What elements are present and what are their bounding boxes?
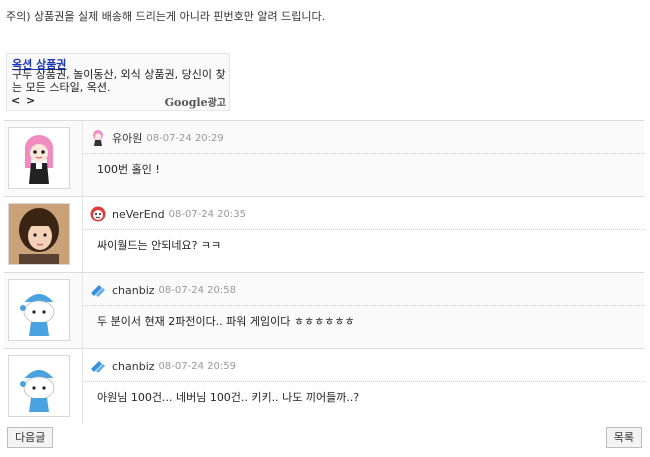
comment-date: 08-07-24 20:58	[158, 284, 236, 296]
comment-text: 싸이월드는 안되네요? ㅋㅋ	[97, 239, 222, 252]
blue-beanie-character-avatar	[20, 294, 55, 336]
blue-beanie-character-avatar	[20, 370, 55, 412]
blue-stripes-icon	[91, 361, 105, 373]
divider	[83, 153, 644, 154]
comment-content: chanbiz 08-07-24 20:59 아원님 100건... 네버님 1…	[82, 349, 644, 424]
google-ads-logo[interactable]: Google광고	[165, 94, 226, 109]
comment-item: chanbiz 08-07-24 20:58 두 분이서 현재 2파전이다.. …	[4, 272, 644, 348]
comment-author[interactable]: chanbiz	[112, 284, 155, 297]
red-face-icon	[90, 206, 106, 222]
next-post-button[interactable]: 다음글	[7, 427, 54, 448]
comment-author[interactable]: chanbiz	[112, 360, 155, 373]
comment-header: chanbiz 08-07-24 20:58	[89, 281, 236, 299]
ad-body-text: 구두 상품권, 놀이동산, 외식 상품권, 당신이 찾는 모든 스타일, 옥션.	[12, 68, 226, 94]
avatar	[8, 127, 70, 189]
google-ads-suffix: 광고	[207, 98, 226, 109]
comment-content: chanbiz 08-07-24 20:58 두 분이서 현재 2파전이다.. …	[82, 273, 644, 348]
ad-box[interactable]: 옥션 상품권 구두 상품권, 놀이동산, 외식 상품권, 당신이 찾는 모든 스…	[6, 53, 230, 111]
comment-content: neVerEnd 08-07-24 20:35 싸이월드는 안되네요? ㅋㅋ	[82, 197, 644, 272]
girl-icon	[93, 130, 103, 146]
comment-text: 두 분이서 현재 2파전이다.. 파워 게임이다 ㅎㅎㅎㅎㅎㅎ	[97, 315, 355, 328]
comment-header: neVerEnd 08-07-24 20:35	[89, 205, 246, 223]
avatar	[8, 279, 70, 341]
comment-header: chanbiz 08-07-24 20:59	[89, 357, 236, 375]
comment-header: 유아원 08-07-24 20:29	[89, 129, 224, 147]
comment-text: 아원님 100건... 네버님 100건.. 키키.. 나도 끼어들까..?	[97, 391, 360, 404]
list-button[interactable]: 목록	[605, 427, 642, 448]
comment-date: 08-07-24 20:29	[146, 132, 224, 144]
comment-item: 유아원 08-07-24 20:29 100번 홀인 !	[4, 120, 644, 196]
comment-item: chanbiz 08-07-24 20:59 아원님 100건... 네버님 1…	[4, 348, 644, 424]
comment-date: 08-07-24 20:35	[168, 208, 246, 220]
comment-content: 유아원 08-07-24 20:29 100번 홀인 !	[82, 121, 644, 196]
ad-nav-arrows[interactable]: < >	[11, 94, 36, 107]
divider	[83, 229, 644, 230]
blue-stripes-icon	[91, 285, 105, 297]
google-ads-logo-text: Google	[164, 96, 208, 109]
notice-text: 주의) 상품권을 실제 배송해 드리는게 아니라 핀번호만 알려 드립니다.	[6, 10, 326, 23]
comment-author[interactable]: neVerEnd	[112, 208, 165, 221]
avatar	[8, 203, 70, 265]
comment-text: 100번 홀인 !	[97, 163, 160, 176]
photo-person-avatar	[9, 204, 69, 264]
avatar	[8, 355, 70, 417]
divider	[83, 305, 644, 306]
comment-list: 유아원 08-07-24 20:29 100번 홀인 ! neVerEnd 08…	[4, 120, 644, 424]
comment-item: neVerEnd 08-07-24 20:35 싸이월드는 안되네요? ㅋㅋ	[4, 196, 644, 272]
divider	[83, 381, 644, 382]
pink-hair-girl-avatar	[25, 135, 53, 184]
comment-date: 08-07-24 20:59	[158, 360, 236, 372]
comment-author[interactable]: 유아원	[112, 130, 142, 146]
